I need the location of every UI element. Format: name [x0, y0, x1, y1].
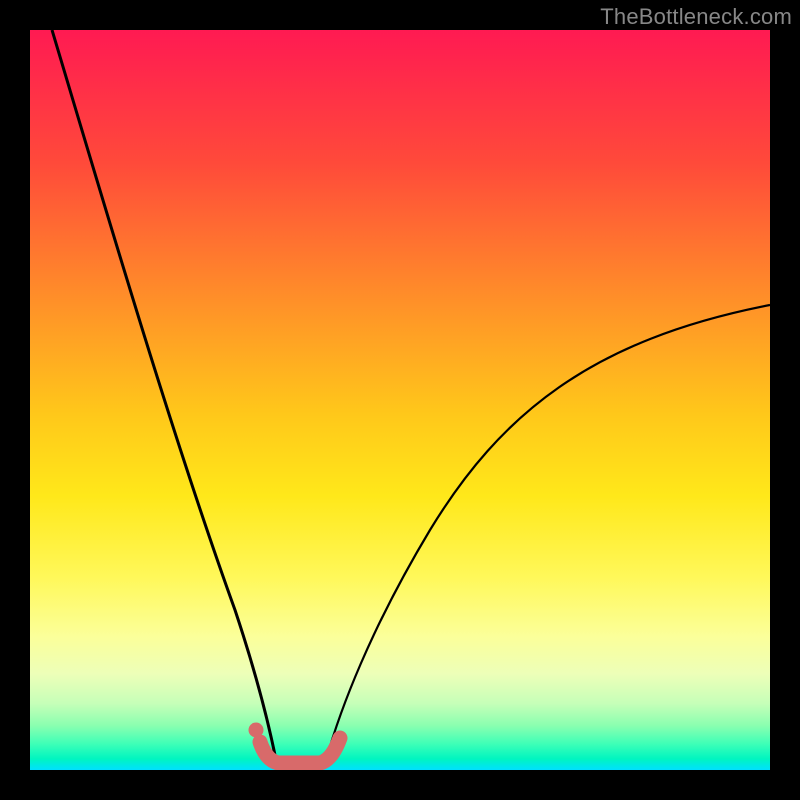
watermark-text: TheBottleneck.com: [600, 4, 792, 30]
plot-area: [30, 30, 770, 770]
curve-right-branch: [326, 305, 770, 760]
curve-left-branch: [52, 30, 276, 760]
valley-dot-icon: [249, 723, 264, 738]
chart-frame: TheBottleneck.com: [0, 0, 800, 800]
curve-layer: [30, 30, 770, 770]
